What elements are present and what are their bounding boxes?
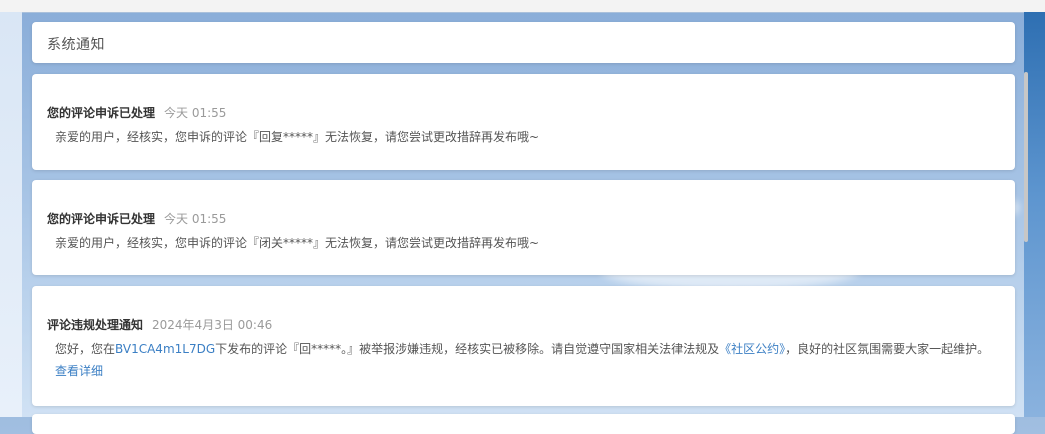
notification-body-prefix: 您好，您在 bbox=[55, 342, 116, 356]
scrollbar[interactable] bbox=[1024, 12, 1045, 417]
notification-title-row: 您的评论申诉已处理 今天 01:55 bbox=[47, 208, 226, 227]
community-rules-link[interactable]: 《社区公约》 bbox=[719, 342, 785, 356]
notification-body: 亲爱的用户，经核实，您申诉的评论『回复*****』无法恢复，请您尝试更改措辞再发… bbox=[55, 130, 540, 144]
view-details-link[interactable]: 查看详细 bbox=[55, 362, 103, 379]
notification-time: 今天 01:55 bbox=[164, 212, 227, 226]
notification-body-middle: 下发布的评论『回*****。』被举报涉嫌违规，经核实已被移除。请自觉遵守国家相关… bbox=[215, 342, 720, 356]
notification-title: 您的评论申诉已处理 bbox=[47, 212, 156, 226]
page-header-card: 系统通知 bbox=[32, 22, 1015, 63]
video-link[interactable]: BV1CA4m1L7DG bbox=[115, 342, 215, 356]
notification-body-suffix: ，良好的社区氛围需要大家一起维护。 bbox=[785, 342, 990, 356]
notification-time: 今天 01:55 bbox=[164, 106, 227, 120]
notification-item: 您的评论申诉已处理 今天 01:55 亲爱的用户，经核实，您申诉的评论『闭关***… bbox=[32, 180, 1015, 275]
notification-title-row: 评论违规处理通知 2024年4月3日 00:46 bbox=[47, 314, 272, 333]
notification-time: 2024年4月3日 00:46 bbox=[152, 318, 273, 332]
notification-item: 您的评论申诉已处理 今天 01:55 亲爱的用户，经核实，您申诉的评论『回复***… bbox=[32, 74, 1015, 170]
notification-body: 亲爱的用户，经核实，您申诉的评论『闭关*****』无法恢复，请您尝试更改措辞再发… bbox=[55, 236, 540, 250]
notification-title-row: 您的评论申诉已处理 今天 01:55 bbox=[47, 102, 226, 121]
notification-body: 您好，您在BV1CA4m1L7DG下发布的评论『回*****。』被举报涉嫌违规，… bbox=[55, 339, 1000, 359]
notification-title: 您的评论申诉已处理 bbox=[47, 106, 156, 120]
page-title: 系统通知 bbox=[47, 37, 105, 53]
left-background bbox=[0, 12, 22, 417]
notification-item: 评论违规处理通知 2024年4月3日 00:46 您好，您在BV1CA4m1L7D… bbox=[32, 286, 1015, 406]
notification-item-partial bbox=[32, 414, 1015, 434]
scrollbar-thumb[interactable] bbox=[1024, 72, 1028, 242]
notification-title: 评论违规处理通知 bbox=[47, 318, 144, 332]
